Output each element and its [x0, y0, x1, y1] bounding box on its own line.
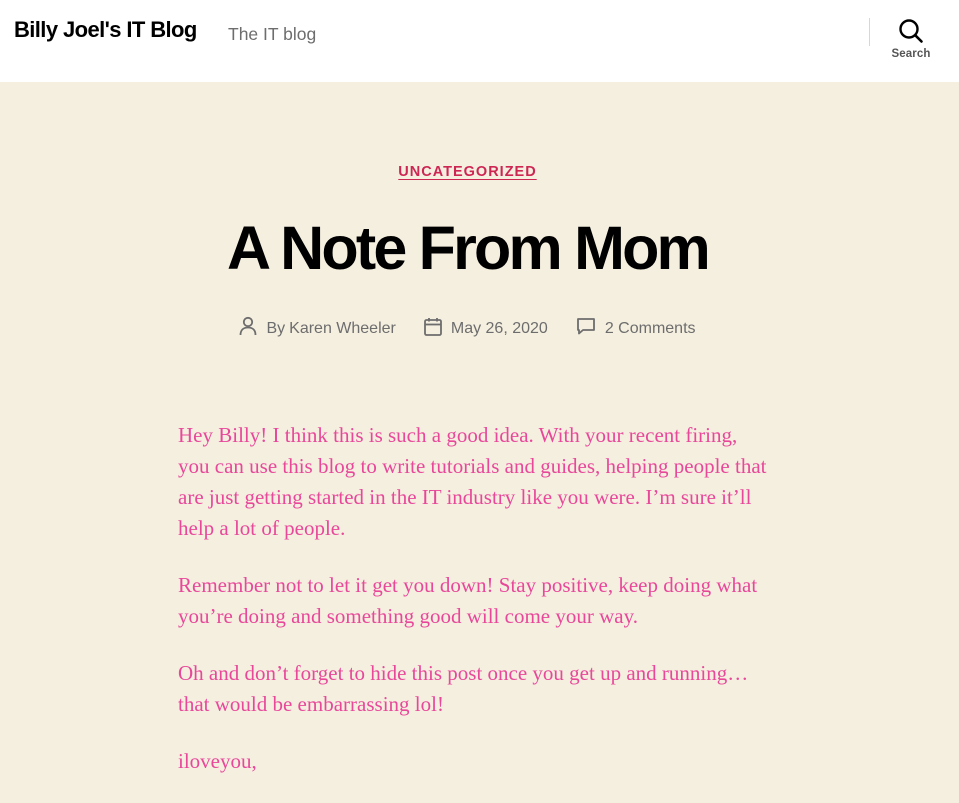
- post-title: A Note From Mom: [227, 214, 711, 282]
- search-button[interactable]: Search: [882, 18, 940, 70]
- content-paragraph: Remember not to let it get you down! Sta…: [178, 573, 758, 628]
- post-date: May 26, 2020: [423, 317, 548, 341]
- search-label: Search: [891, 48, 931, 60]
- site-description: The IT blog: [228, 24, 317, 44]
- calendar-icon: [423, 317, 451, 341]
- date-link[interactable]: May 26, 2020: [451, 320, 548, 338]
- author-prefix: By: [266, 319, 286, 337]
- category-link[interactable]: UNCATEGORIZED: [398, 164, 536, 180]
- person-icon: [239, 316, 266, 341]
- post-author: By Karen Wheeler: [239, 316, 396, 341]
- post-meta: By Karen Wheeler May 26, 2020 2 Comments: [0, 316, 935, 341]
- search-icon: [882, 18, 940, 44]
- post-content: Hey Billy! I think this is such a good i…: [178, 420, 768, 803]
- post-comments: 2 Comments: [576, 317, 696, 340]
- content-paragraph: Hey Billy! I think this is such a good i…: [178, 423, 767, 540]
- content-paragraph: Oh and don’t forget to hide this post on…: [178, 661, 749, 716]
- comment-icon: [576, 317, 605, 340]
- header-divider: [869, 18, 870, 46]
- comments-link[interactable]: 2 Comments: [605, 320, 696, 338]
- post-category: UNCATEGORIZED: [0, 163, 935, 181]
- author-link[interactable]: Karen Wheeler: [289, 320, 396, 338]
- site-header: Billy Joel's IT Blog The IT blog Search: [0, 0, 959, 82]
- site-title-link[interactable]: Billy Joel's IT Blog: [14, 17, 197, 43]
- content-paragraph: iloveyou,: [178, 749, 257, 773]
